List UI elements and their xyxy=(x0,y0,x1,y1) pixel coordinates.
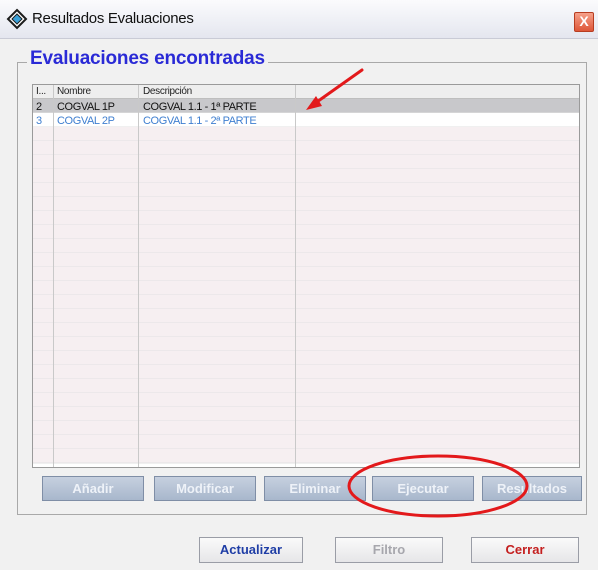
grid-header-bg xyxy=(33,85,579,99)
evaluations-grid[interactable]: I... Nombre Descripción 2 COGVAL 1P COGV… xyxy=(32,84,580,468)
grid-row-bg xyxy=(33,253,579,267)
results-button[interactable]: Resultados xyxy=(482,476,582,501)
grid-row-bg xyxy=(33,267,579,281)
window-title: Resultados Evaluaciones xyxy=(32,10,194,27)
grid-row-bg xyxy=(33,337,579,351)
grid-row-bg xyxy=(33,113,579,127)
app-diamond-icon xyxy=(6,8,28,30)
add-button[interactable]: Añadir xyxy=(42,476,144,501)
results-window: Resultados Evaluaciones X Evaluaciones e… xyxy=(0,0,598,570)
execute-button[interactable]: Ejecutar xyxy=(372,476,474,501)
row-nombre-cell: COGVAL 1P xyxy=(57,101,115,113)
grid-row-bg xyxy=(33,183,579,197)
grid-row-bg xyxy=(33,295,579,309)
grid-row-bg xyxy=(33,99,579,113)
grid-row-bg xyxy=(33,393,579,407)
grid-lines xyxy=(33,85,579,467)
grid-row-bg xyxy=(33,141,579,155)
grid-row-bg xyxy=(33,323,579,337)
close-button[interactable]: X xyxy=(574,12,594,32)
grid-row-bg xyxy=(33,351,579,365)
column-header-nombre[interactable]: Nombre xyxy=(57,85,91,99)
refresh-button[interactable]: Actualizar xyxy=(199,537,303,563)
grid-row-bg xyxy=(33,169,579,183)
column-header-id[interactable]: I... xyxy=(36,85,46,99)
title-bar[interactable]: Resultados Evaluaciones X xyxy=(0,0,598,39)
grid-row-bg xyxy=(33,421,579,435)
row-id-cell: 2 xyxy=(36,101,42,113)
close-icon: X xyxy=(579,13,589,29)
row-nombre-cell: COGVAL 2P xyxy=(57,115,115,127)
row-descripcion-cell: COGVAL 1.1 - 2ª PARTE xyxy=(143,115,257,127)
filter-button[interactable]: Filtro xyxy=(335,537,443,563)
grid-row-bg xyxy=(33,225,579,239)
grid-row-bg xyxy=(33,127,579,141)
grid-row-bg xyxy=(33,365,579,379)
modify-button[interactable]: Modificar xyxy=(154,476,256,501)
column-header-descripcion[interactable]: Descripción xyxy=(143,85,192,99)
grid-row-bg xyxy=(33,407,579,421)
delete-button[interactable]: Eliminar xyxy=(264,476,366,501)
grid-row-bg xyxy=(33,239,579,253)
grid-row-bg xyxy=(33,197,579,211)
groupbox-title: Evaluaciones encontradas xyxy=(27,48,268,70)
grid-row-bg xyxy=(33,155,579,169)
grid-row-bg xyxy=(33,281,579,295)
grid-row-bg xyxy=(33,211,579,225)
grid-row-bg xyxy=(33,435,579,449)
grid-row-bg xyxy=(33,449,579,463)
close-dialog-button[interactable]: Cerrar xyxy=(471,537,579,563)
row-descripcion-cell: COGVAL 1.1 - 1ª PARTE xyxy=(143,101,257,113)
grid-row-bg xyxy=(33,379,579,393)
row-id-cell: 3 xyxy=(36,115,42,127)
grid-row-bg xyxy=(33,309,579,323)
